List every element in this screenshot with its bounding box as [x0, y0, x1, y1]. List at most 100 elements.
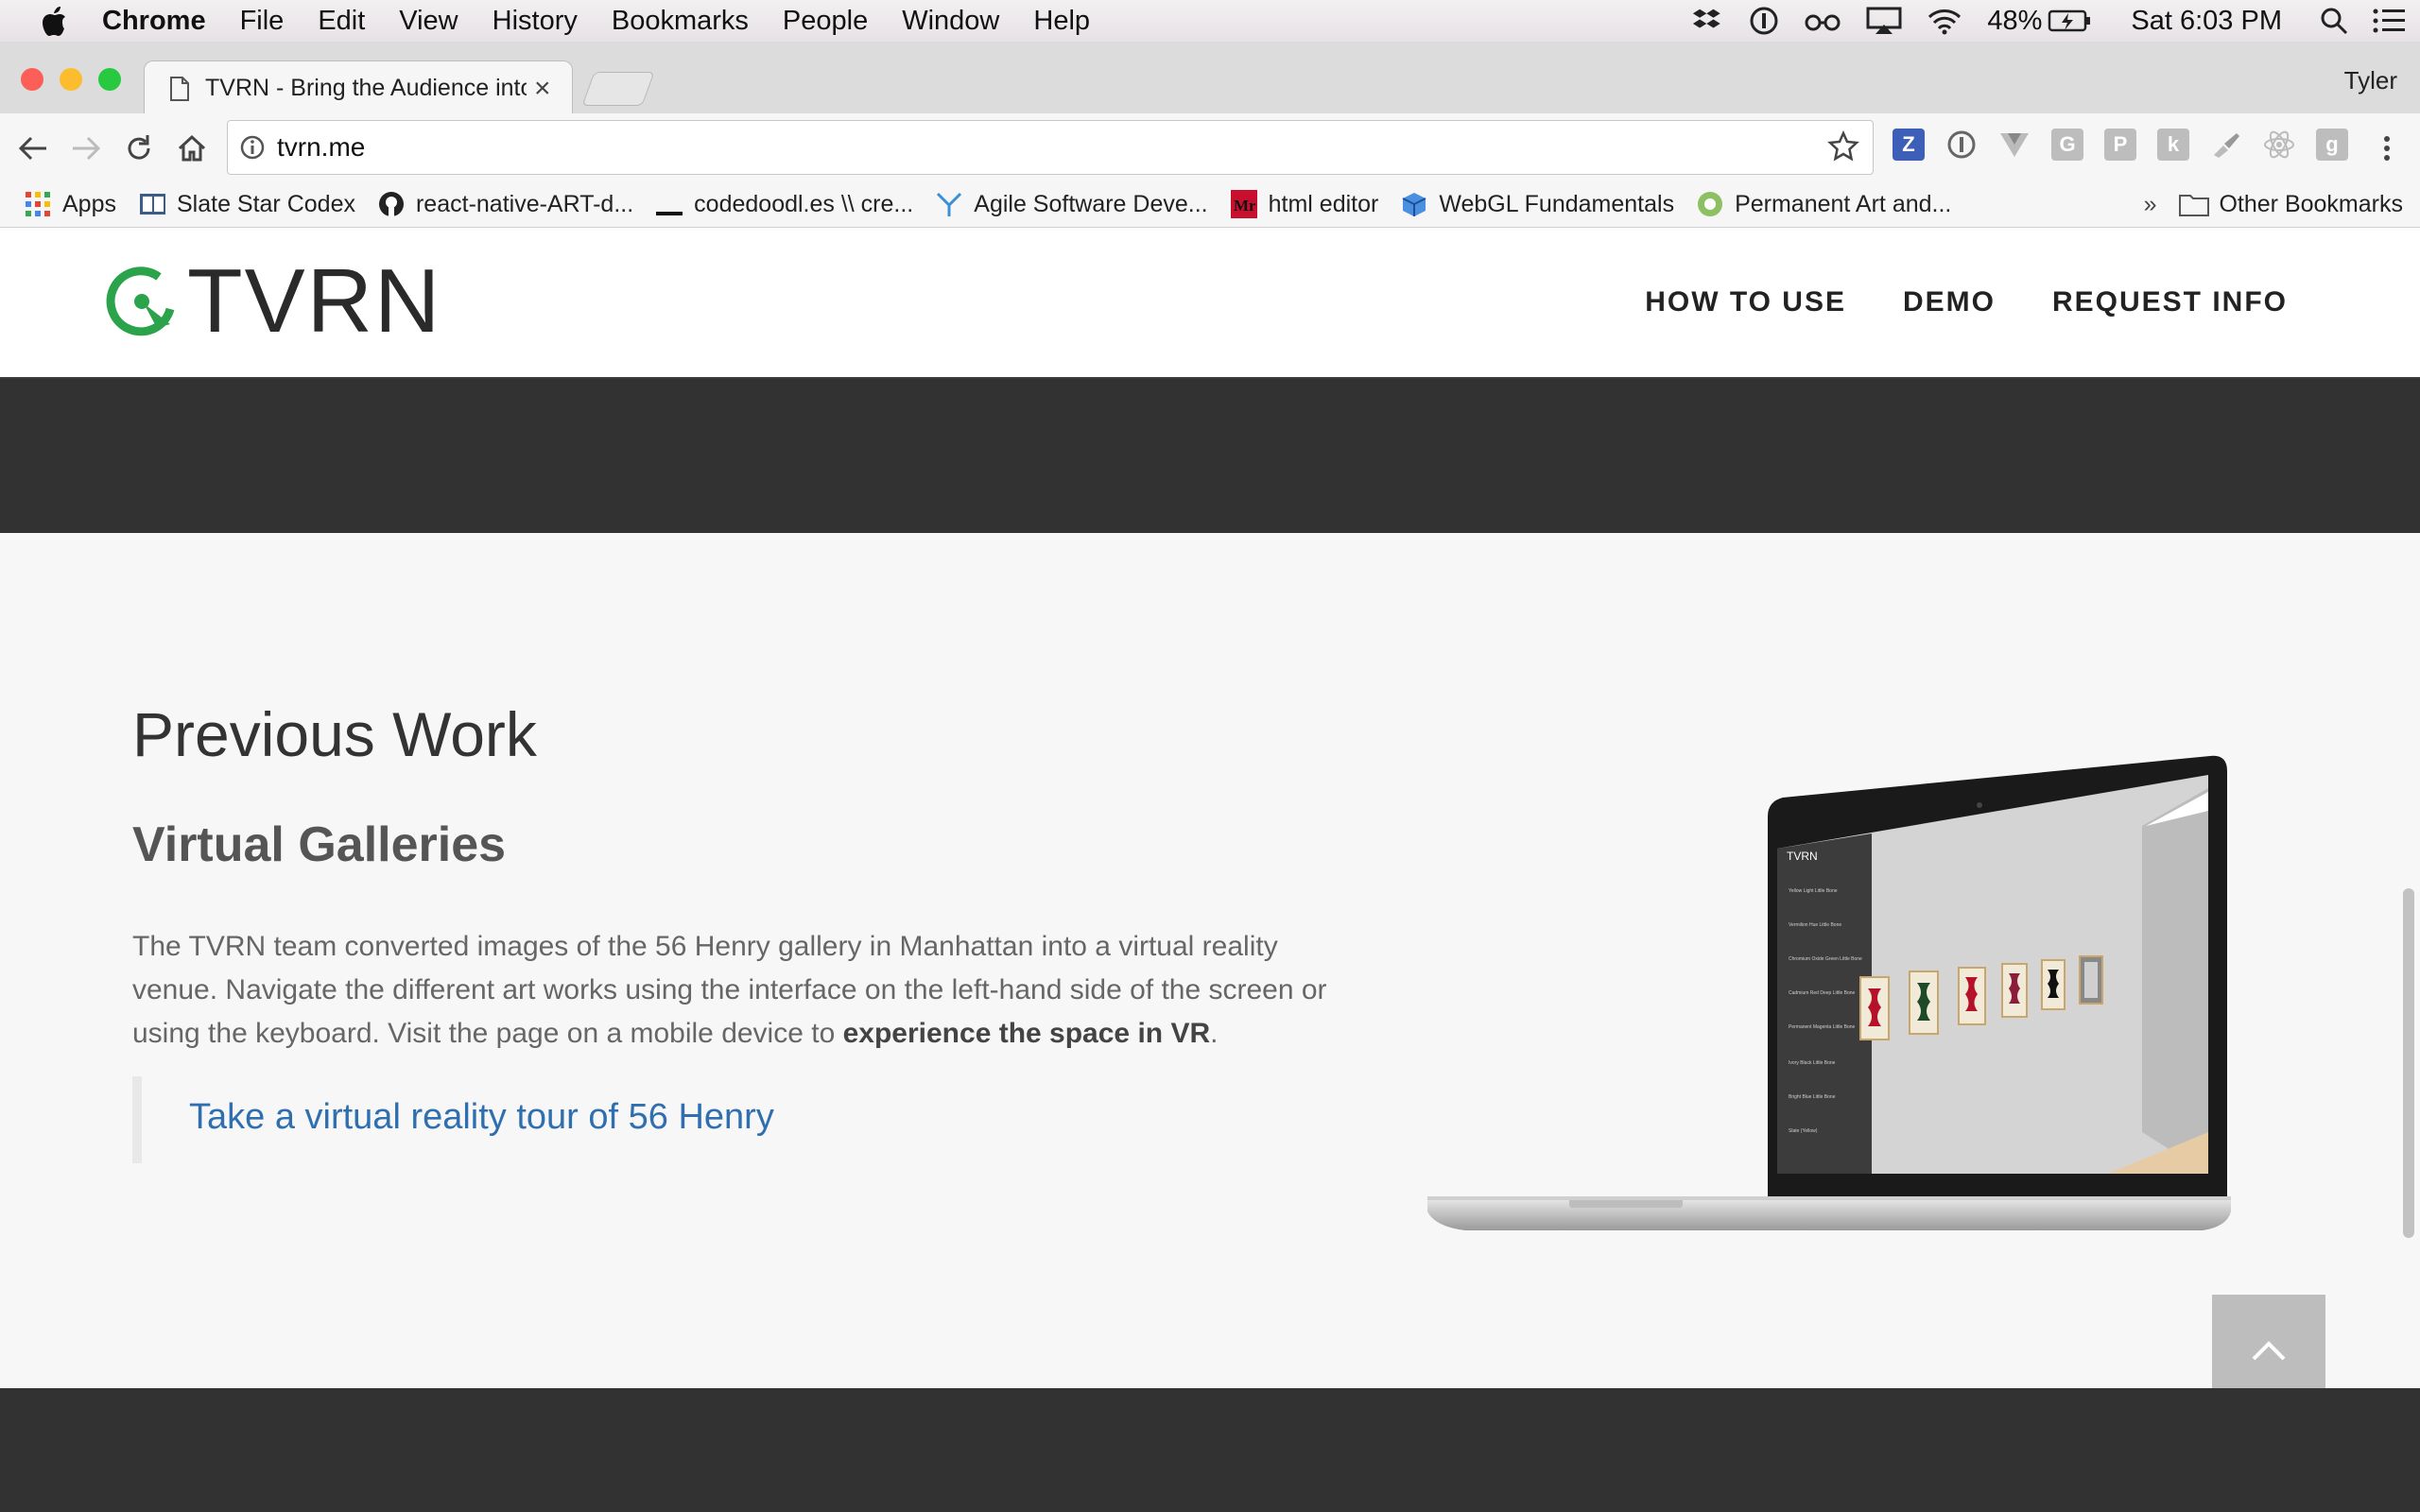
bookmark-star-icon[interactable]	[1827, 130, 1859, 163]
bookmark-label: Slate Star Codex	[176, 190, 355, 217]
dark-band-top	[0, 379, 2420, 533]
bookmark-label: Permanent Art and...	[1735, 190, 1952, 217]
z-extension-icon[interactable]: Z	[1893, 129, 1925, 161]
forward-icon[interactable]	[68, 130, 104, 166]
screen-menu-item: Chromium Oxide Green Little Bone	[1789, 956, 1862, 962]
address-bar[interactable]: tvrn.me	[227, 120, 1874, 175]
menu-window[interactable]: Window	[902, 6, 999, 37]
dark-band-bottom	[0, 1388, 2420, 1512]
spotlight-icon[interactable]	[2320, 7, 2348, 35]
wifi-icon[interactable]	[1927, 7, 1962, 35]
apps-grid-icon	[25, 191, 51, 217]
agile-icon	[936, 191, 962, 217]
menu-app-chrome[interactable]: Chrome	[102, 6, 206, 37]
section-subheading: Virtual Galleries	[132, 817, 507, 872]
github-icon	[378, 191, 405, 217]
svg-text:Mr: Mr	[1234, 197, 1256, 215]
page-icon	[170, 76, 189, 101]
html-editor-icon: Mr	[1230, 190, 1257, 218]
bookmark-label: Apps	[62, 190, 116, 217]
site-nav: HOW TO USE DEMO REQUEST INFO	[1588, 228, 2288, 377]
bookmark-apps[interactable]: Apps	[25, 191, 116, 218]
screen-menu-item: Permanent Magenta Little Bone	[1789, 1024, 1856, 1030]
bookmark-label: Agile Software Deve...	[974, 190, 1208, 217]
macos-menubar: Chrome File Edit View History Bookmarks …	[0, 0, 2420, 42]
other-bookmarks[interactable]: Other Bookmarks	[2219, 191, 2403, 218]
menu-history[interactable]: History	[493, 6, 578, 37]
menu-people[interactable]: People	[783, 6, 868, 37]
profile-name[interactable]: Tyler	[2344, 66, 2397, 95]
cube-icon	[1401, 191, 1427, 217]
bookmark-permanent-art[interactable]: Permanent Art and...	[1697, 191, 1951, 218]
chrome-menu-icon[interactable]	[2369, 130, 2405, 166]
apple-icon[interactable]	[38, 3, 74, 39]
bookmark-slate-star-codex[interactable]: Slate Star Codex	[139, 191, 355, 218]
tab-active[interactable]: TVRN - Bring the Audience into ×	[144, 60, 573, 115]
airplay-icon[interactable]	[1866, 7, 1902, 35]
menu-file[interactable]: File	[240, 6, 285, 37]
nav-demo[interactable]: DEMO	[1903, 286, 1996, 318]
puzzle-extension-icon[interactable]: g	[2316, 129, 2348, 161]
description-emphasis: experience the space in VR	[842, 1018, 1211, 1049]
screen-menu-item: Slate (Yellow)	[1789, 1128, 1818, 1134]
close-window-button[interactable]	[21, 68, 43, 91]
logo-wordmark: TVRN	[187, 250, 442, 352]
screen-menu-item: Vermilion Hue Little Bone	[1789, 922, 1841, 928]
g-extension-icon[interactable]: G	[2051, 129, 2083, 161]
screen-menu-item: Yellow Light Little Bone	[1789, 888, 1838, 894]
k-extension-icon[interactable]: k	[2157, 129, 2189, 161]
virtual-tour-link[interactable]: Take a virtual reality tour of 56 Henry	[189, 1097, 774, 1138]
notification-center-icon[interactable]	[2373, 8, 2407, 34]
menubar-clock[interactable]: Sat 6:03 PM	[2131, 6, 2282, 37]
tvrn-logo[interactable]: TVRN	[102, 256, 441, 347]
back-icon[interactable]	[15, 130, 51, 166]
screen-menu-item: Ivory Black Little Bone	[1789, 1060, 1836, 1066]
chevron-up-icon	[2252, 1341, 2286, 1361]
bookmark-label: codedoodl.es \\ cre...	[694, 190, 914, 217]
info-icon[interactable]	[239, 134, 266, 161]
minimize-window-button[interactable]	[60, 68, 82, 91]
vue-devtools-icon[interactable]	[1998, 129, 2031, 161]
screen-menu-item: Cadmium Red Deep Little Bone	[1789, 990, 1856, 996]
dropbox-icon[interactable]	[1692, 7, 1724, 35]
menu-help[interactable]: Help	[1033, 6, 1090, 37]
tour-callout: Take a virtual reality tour of 56 Henry	[132, 1076, 955, 1163]
p-extension-icon[interactable]: P	[2104, 129, 2136, 161]
site-header: TVRN HOW TO USE DEMO REQUEST INFO	[0, 228, 2420, 379]
section-heading: Previous Work	[132, 699, 537, 769]
bookmark-webgl-fundamentals[interactable]: WebGL Fundamentals	[1401, 191, 1674, 218]
nav-request-info[interactable]: REQUEST INFO	[2052, 286, 2288, 318]
browser-tabstrip: TVRN - Bring the Audience into × Tyler	[0, 42, 2420, 115]
screen-logo: TVRN	[1787, 850, 1818, 863]
reload-icon[interactable]	[121, 130, 157, 166]
paint-extension-icon[interactable]	[2210, 129, 2242, 161]
permanent-art-icon	[1697, 191, 1723, 217]
home-icon[interactable]	[174, 130, 210, 166]
battery-percent: 48%	[1987, 5, 2043, 36]
close-tab-icon[interactable]: ×	[534, 73, 551, 105]
screen-menu-item: Bright Blue Little Bone	[1789, 1094, 1836, 1100]
bookmark-react-native-art[interactable]: react-native-ART-d...	[378, 191, 633, 218]
menu-edit[interactable]: Edit	[318, 6, 365, 37]
menu-bookmarks[interactable]: Bookmarks	[612, 6, 749, 37]
underscore-icon	[656, 191, 683, 217]
menu-view[interactable]: View	[399, 6, 458, 37]
glasses-icon[interactable]	[1804, 9, 1841, 32]
bookmarks-overflow-button[interactable]: »	[2144, 191, 2157, 218]
tvrn-logo-icon	[106, 266, 175, 336]
page-scrollbar[interactable]	[2403, 888, 2414, 1238]
react-devtools-icon[interactable]	[2263, 129, 2295, 161]
laptop-gallery-image: TVRN Yellow Light Little Bone Vermilion …	[1427, 755, 2231, 1230]
bookmarks-bar: Apps Slate Star Codex react-native-ART-d…	[0, 181, 2420, 228]
nav-how-to-use[interactable]: HOW TO USE	[1645, 286, 1846, 318]
bookmark-html-editor[interactable]: Mr html editor	[1230, 190, 1379, 218]
battery-icon[interactable]	[2048, 9, 2091, 33]
new-tab-button[interactable]	[581, 72, 655, 106]
bookmark-codedoodles[interactable]: codedoodl.es \\ cre...	[656, 191, 913, 218]
tab-title: TVRN - Bring the Audience into	[205, 75, 527, 101]
zoom-window-button[interactable]	[98, 68, 121, 91]
bookmark-agile-software[interactable]: Agile Software Deve...	[936, 190, 1208, 218]
1password-extension-icon[interactable]	[1945, 129, 1978, 161]
1password-icon[interactable]	[1749, 6, 1779, 36]
bookmark-label: html editor	[1268, 190, 1379, 217]
